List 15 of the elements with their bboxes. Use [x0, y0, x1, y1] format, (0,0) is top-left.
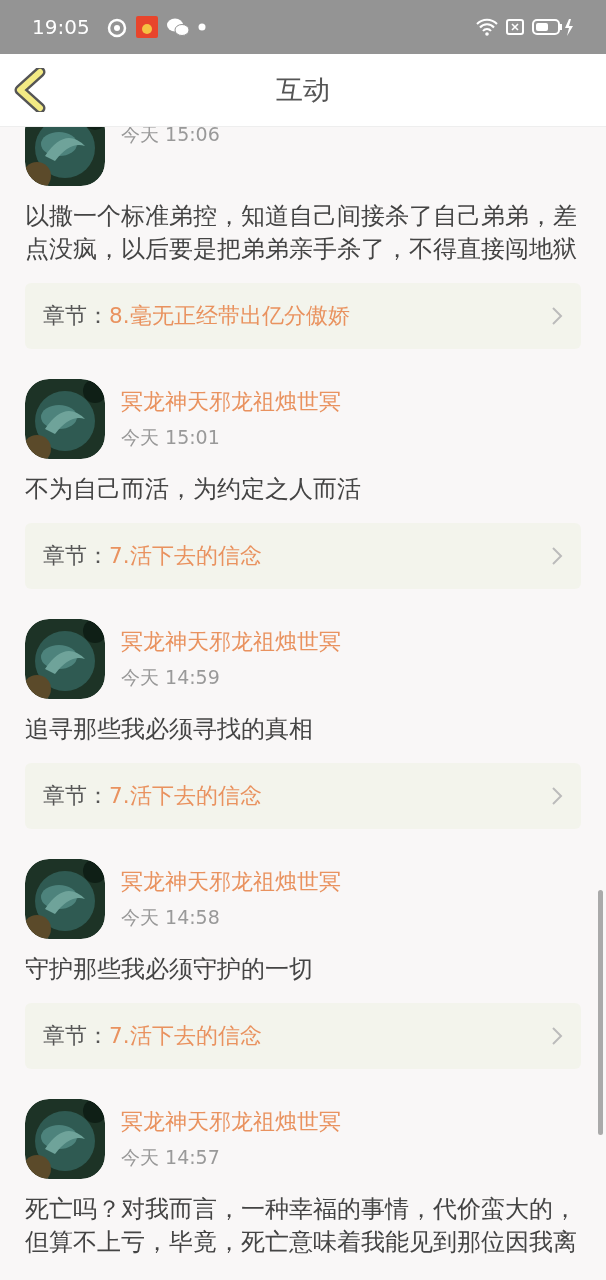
comment-text: 不为自己而活，为约定之人而活 — [25, 474, 362, 505]
comment-text: 守护那些我必须守护的一切 — [25, 954, 314, 985]
chapter-link[interactable]: 章节：7.活下去的信念 — [25, 523, 581, 589]
comment-time: 今天 14:58 — [121, 905, 221, 930]
chapter-link[interactable]: 章节：7.活下去的信念 — [25, 763, 581, 829]
comment-time: 今天 14:59 — [121, 665, 221, 690]
comment-time: 今天 15:01 — [121, 425, 221, 450]
chapter-link[interactable]: 章节：7.活下去的信念 — [25, 1003, 581, 1069]
comment-text: 追寻那些我必须寻找的真相 — [25, 714, 314, 745]
chapter-link[interactable]: 章节：8.毫无正经带出亿分傲娇 — [25, 283, 581, 349]
comment-time: 今天 14:57 — [121, 1145, 221, 1170]
comment-text: 以撒一个标准弟控，知道自己间接杀了自己弟弟，差点没疯，以后要是把弟弟亲手杀了，不得直接闯地狱 — [25, 201, 578, 265]
comment-text: 死亡吗？对我而言，一种幸福的事情，代价蛮大的，但算不上亏，毕竟，死亡意味着我能见到那位因我离 — [25, 1194, 578, 1258]
status-time: 19:05 — [32, 14, 90, 41]
page-title: 互动 — [276, 72, 330, 107]
